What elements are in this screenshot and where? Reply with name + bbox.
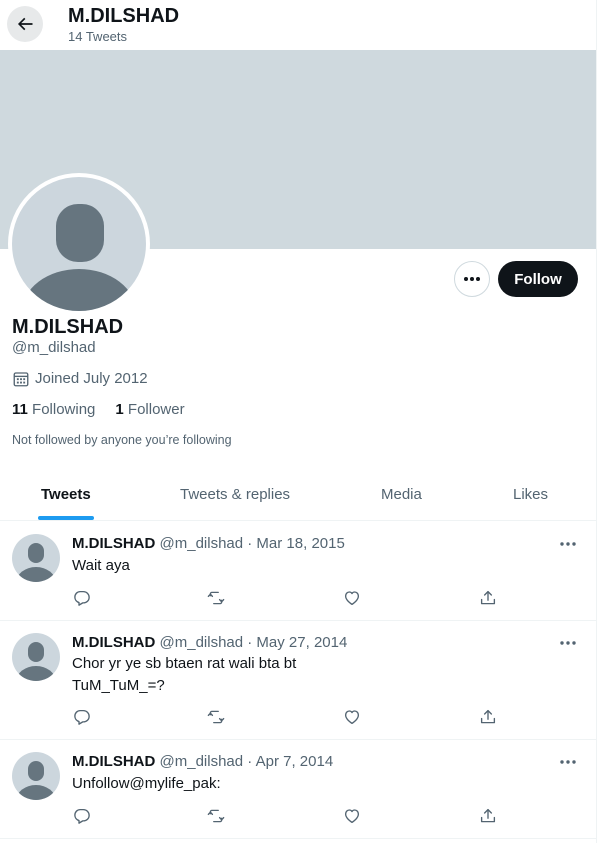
tweet-actions [72,806,512,826]
more-horizontal-icon [560,542,576,546]
header-text: M.DILSHAD 14 Tweets [68,5,179,45]
active-tab-indicator [38,516,94,520]
tweet-text-line: Unfollow@mylife_pak: [72,775,221,792]
more-horizontal-icon [463,276,481,282]
tweet-text: Chor yr ye sb btaen rat wali bta bt TuM_… [72,653,372,697]
reply-icon [73,708,91,726]
tab-media[interactable]: Media [381,468,422,520]
tweet-header: M.DILSHAD @m_dilshad · Mar 18, 2015 [72,534,345,553]
tweet-author-name[interactable]: M.DILSHAD [72,634,155,651]
more-options-button[interactable] [454,261,490,297]
retweet-button[interactable] [206,588,226,608]
following-count: 11 [12,401,28,418]
tweet-author-name[interactable]: M.DILSHAD [72,535,155,552]
not-followed-note: Not followed by anyone you’re following [12,433,232,447]
calendar-icon [12,370,30,388]
like-button[interactable] [342,707,362,727]
tab-tweets[interactable]: Tweets [41,468,91,520]
tweet-avatar[interactable] [12,633,60,681]
followers-link[interactable]: 1 Follower [115,400,184,420]
more-horizontal-icon [560,760,576,764]
tweet-actions [72,588,512,608]
reply-button[interactable] [72,707,92,727]
tab-likes[interactable]: Likes [513,468,548,520]
tweet-avatar[interactable] [12,534,60,582]
tweet-author-name[interactable]: M.DILSHAD [72,753,155,770]
reply-button[interactable] [72,588,92,608]
default-avatar-icon [16,761,56,800]
share-icon [479,807,497,825]
column-divider [596,0,597,843]
arrow-left-icon [15,14,35,34]
tab-tweets-replies[interactable]: Tweets & replies [180,468,290,520]
retweet-icon [206,589,226,607]
tweet-text-line: TuM_TuM_=? [72,677,165,694]
share-button[interactable] [478,707,498,727]
tweet-meta[interactable]: @m_dilshad · Mar 18, 2015 [160,535,345,552]
share-button[interactable] [478,806,498,826]
tweet-text: Unfollow@mylife_pak: [72,773,372,795]
reply-icon [73,807,91,825]
share-button[interactable] [478,588,498,608]
tweet-meta[interactable]: @m_dilshad · Apr 7, 2014 [160,753,334,770]
reply-button[interactable] [72,806,92,826]
followers-label: Follower [127,401,185,418]
default-avatar-icon [16,543,56,582]
profile-name: M.DILSHAD [12,316,124,338]
tweet-avatar[interactable] [12,752,60,800]
profile-page: M.DILSHAD 14 Tweets Follow M.DILSHAD @m_… [0,0,596,843]
like-button[interactable] [342,588,362,608]
tweet-text: Wait aya [72,555,372,577]
profile-avatar[interactable] [8,173,150,315]
header-title: M.DILSHAD [68,5,180,27]
reply-icon [73,589,91,607]
back-button[interactable] [7,6,43,42]
joined-text: Joined July 2012 [35,370,148,387]
tweet-meta[interactable]: @m_dilshad · May 27, 2014 [160,634,348,651]
retweet-icon [206,807,226,825]
following-label: Following [32,401,96,418]
tweet-item[interactable]: M.DILSHAD @m_dilshad · Mar 18, 2015 Wait… [0,522,596,621]
top-bar: M.DILSHAD 14 Tweets [0,0,596,50]
default-avatar-icon [12,177,146,311]
default-avatar-icon [16,642,56,681]
heart-icon [343,589,361,607]
retweet-icon [206,708,226,726]
more-horizontal-icon [560,641,576,645]
share-icon [479,708,497,726]
profile-tabs: Tweets Tweets & replies Media Likes [0,468,596,521]
tweet-text-line: Chor yr ye sb btaen rat wali bta bt [72,655,297,672]
follow-button[interactable]: Follow [498,261,578,297]
tweet-more-button[interactable] [556,752,580,772]
share-icon [479,589,497,607]
heart-icon [343,807,361,825]
tweet-header: M.DILSHAD @m_dilshad · Apr 7, 2014 [72,752,333,771]
retweet-button[interactable] [206,707,226,727]
tweet-actions [72,707,512,727]
heart-icon [343,708,361,726]
joined-date: Joined July 2012 [12,369,148,389]
following-link[interactable]: 11 Following [12,400,95,420]
tweet-header: M.DILSHAD @m_dilshad · May 27, 2014 [72,633,347,652]
profile-handle: @m_dilshad [12,339,96,356]
tweet-item[interactable]: M.DILSHAD @m_dilshad · Apr 7, 2014 Unfol… [0,740,596,839]
like-button[interactable] [342,806,362,826]
tweet-count: 14 Tweets [68,29,128,44]
tweet-more-button[interactable] [556,633,580,653]
retweet-button[interactable] [206,806,226,826]
followers-count: 1 [115,401,124,418]
tweet-item[interactable]: M.DILSHAD @m_dilshad · May 27, 2014 Chor… [0,621,596,740]
tweet-more-button[interactable] [556,534,580,554]
follow-stats: 11 Following 1 Follower [12,400,185,420]
tweet-text-line: Wait aya [72,557,130,574]
